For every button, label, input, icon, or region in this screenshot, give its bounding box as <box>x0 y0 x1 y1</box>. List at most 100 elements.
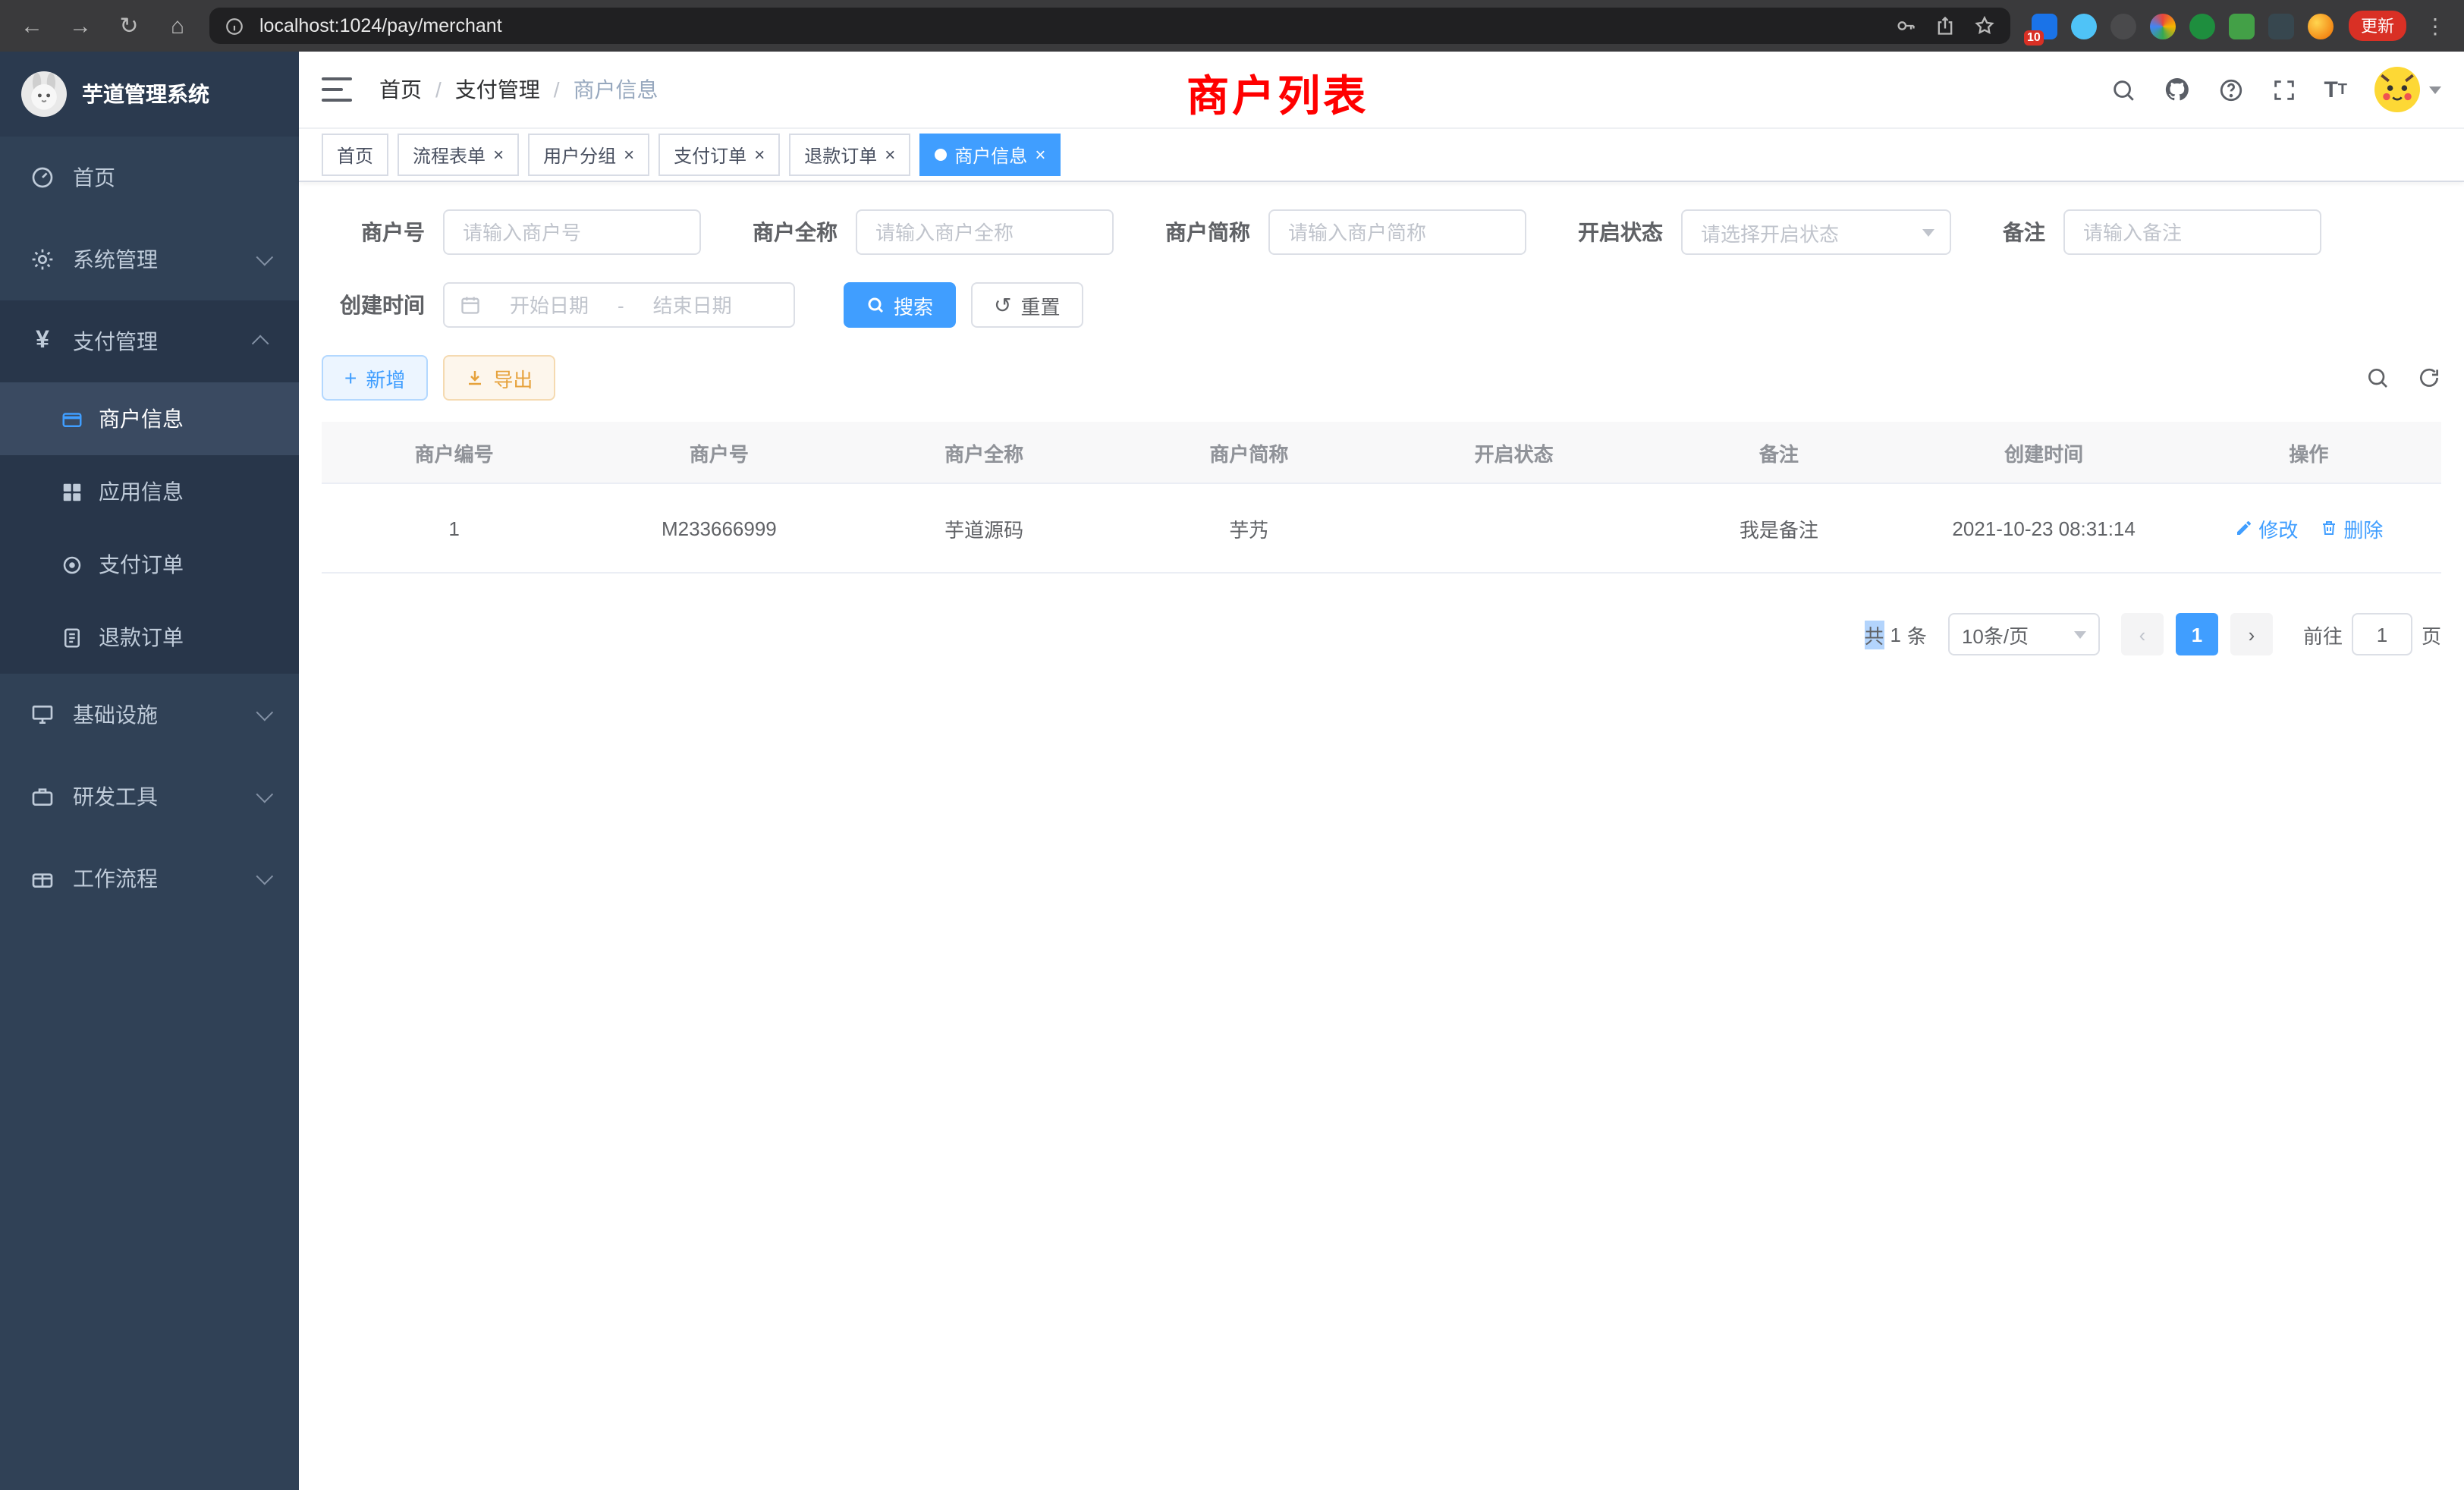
hamburger-icon[interactable] <box>322 77 352 102</box>
toolbox-icon <box>30 784 55 809</box>
cell-create-time: 2021-10-23 08:31:14 <box>1912 517 2176 539</box>
cell-full-name: 芋道源码 <box>852 514 1117 542</box>
extension-icon-check[interactable] <box>2189 13 2215 39</box>
tab-home[interactable]: 首页 <box>322 134 388 176</box>
cell-merchant-id: 1 <box>322 517 586 539</box>
grid-icon <box>61 480 83 503</box>
extension-icon-grid[interactable]: 10 <box>2032 13 2057 39</box>
close-icon[interactable] <box>493 146 504 164</box>
remark-input[interactable] <box>2063 209 2321 255</box>
sidebar-item-refund-orders[interactable]: 退款订单 <box>0 601 299 674</box>
total-count: 1 <box>1890 623 1900 646</box>
tags-view-bar: 首页 流程表单 用户分组 支付订单 退款订单 商户信息 <box>299 129 2464 182</box>
github-icon[interactable] <box>2163 76 2190 103</box>
help-icon[interactable] <box>2217 77 2243 102</box>
full-name-input[interactable] <box>856 209 1114 255</box>
info-icon[interactable] <box>225 16 244 36</box>
sidebar-item-home[interactable]: 首页 <box>0 137 299 218</box>
forward-icon[interactable]: → <box>64 9 97 42</box>
extension-icon-face[interactable] <box>2308 13 2334 39</box>
browser-update-button[interactable]: 更新 <box>2349 11 2406 41</box>
export-button[interactable]: 导出 <box>443 355 555 401</box>
sidebar-item-label: 基础设施 <box>73 699 158 730</box>
prev-page-button[interactable]: ‹ <box>2121 613 2164 655</box>
extension-icon-green[interactable] <box>2229 13 2255 39</box>
sidebar-item-infrastructure[interactable]: 基础设施 <box>0 674 299 756</box>
page-size-select[interactable]: 10条/页 <box>1948 613 2100 655</box>
create-time-label: 创建时间 <box>322 290 425 320</box>
search-button[interactable]: 搜索 <box>844 282 956 328</box>
edit-icon <box>2234 519 2252 537</box>
toggle-search-icon[interactable] <box>2365 366 2390 390</box>
status-select[interactable]: 请选择开启状态 <box>1681 209 1951 255</box>
extension-icon-dark[interactable] <box>2110 13 2136 39</box>
close-icon[interactable] <box>1035 146 1045 164</box>
fullscreen-icon[interactable] <box>2271 77 2296 102</box>
tab-process-form[interactable]: 流程表单 <box>398 134 519 176</box>
extension-icon-puzzle[interactable] <box>2268 13 2294 39</box>
tab-pay-orders[interactable]: 支付订单 <box>658 134 780 176</box>
sidebar-item-payment[interactable]: ¥ 支付管理 <box>0 300 299 382</box>
next-page-button[interactable]: › <box>2230 613 2273 655</box>
tab-label: 退款订单 <box>804 142 877 168</box>
password-key-icon[interactable] <box>1895 15 1916 36</box>
col-actions: 操作 <box>2176 438 2441 467</box>
avatar <box>2374 67 2420 112</box>
tab-user-group[interactable]: 用户分组 <box>528 134 649 176</box>
extension-icon-drop[interactable] <box>2071 13 2097 39</box>
monitor-icon <box>30 703 55 727</box>
browser-chrome: ← → ↻ ⌂ 10 <box>0 0 2464 52</box>
chevron-down-icon <box>2074 630 2086 638</box>
sidebar-item-merchant-info[interactable]: 商户信息 <box>0 382 299 455</box>
start-date-input[interactable] <box>490 292 608 318</box>
pagination-total: 共 1 条 <box>1864 620 1927 649</box>
annotation-overlay: 商户列表 <box>1186 64 1369 124</box>
back-icon[interactable]: ← <box>15 9 49 42</box>
close-icon[interactable] <box>754 146 765 164</box>
cell-short-name: 芋艿 <box>1117 514 1381 542</box>
url-input[interactable] <box>256 14 1883 38</box>
plus-icon: + <box>344 367 357 388</box>
font-size-icon[interactable]: TT <box>2324 77 2347 102</box>
cell-merchant-no: M233666999 <box>586 517 851 539</box>
sidebar-item-pay-orders[interactable]: 支付订单 <box>0 528 299 601</box>
merchant-no-input[interactable] <box>443 209 701 255</box>
edit-link[interactable]: 修改 <box>2234 514 2298 542</box>
delete-link[interactable]: 删除 <box>2319 514 2383 542</box>
sidebar-item-workflow[interactable]: 工作流程 <box>0 838 299 919</box>
yen-icon: ¥ <box>30 328 55 355</box>
close-icon[interactable] <box>624 146 634 164</box>
page-1-button[interactable]: 1 <box>2176 613 2218 655</box>
tab-label: 流程表单 <box>413 142 486 168</box>
tab-merchant-info[interactable]: 商户信息 <box>919 134 1061 176</box>
refresh-icon: ↺ <box>994 294 1011 316</box>
goto-page-input[interactable] <box>2352 613 2412 655</box>
reset-button[interactable]: ↺ 重置 <box>971 282 1083 328</box>
breadcrumb-payment[interactable]: 支付管理 <box>455 74 540 105</box>
breadcrumb-home[interactable]: 首页 <box>379 74 422 105</box>
reload-icon[interactable]: ↻ <box>112 9 146 42</box>
search-icon[interactable] <box>2110 77 2136 102</box>
sidebar-item-system[interactable]: 系统管理 <box>0 218 299 300</box>
sidebar-item-app-info[interactable]: 应用信息 <box>0 455 299 528</box>
tab-refund-orders[interactable]: 退款订单 <box>789 134 910 176</box>
extension-icon-avatar[interactable] <box>2150 13 2176 39</box>
col-remark: 备注 <box>1646 438 1911 467</box>
share-icon[interactable] <box>1934 15 1956 36</box>
short-name-input[interactable] <box>1268 209 1526 255</box>
delete-icon <box>2319 519 2337 537</box>
sidebar-item-dev-tools[interactable]: 研发工具 <box>0 756 299 838</box>
address-bar[interactable] <box>209 8 2010 44</box>
add-button[interactable]: + 新增 <box>322 355 428 401</box>
close-icon[interactable] <box>885 146 895 164</box>
create-time-range-picker[interactable]: - <box>443 282 795 328</box>
end-date-input[interactable] <box>633 292 752 318</box>
search-icon <box>866 296 885 314</box>
refresh-table-icon[interactable] <box>2417 366 2441 390</box>
browser-menu-icon[interactable] <box>2422 13 2449 39</box>
user-menu[interactable] <box>2374 67 2441 112</box>
remark-label: 备注 <box>1985 217 2045 247</box>
bookmark-star-icon[interactable] <box>1974 15 1995 36</box>
home-icon[interactable]: ⌂ <box>161 9 194 42</box>
sidebar-item-label: 支付订单 <box>99 549 184 580</box>
